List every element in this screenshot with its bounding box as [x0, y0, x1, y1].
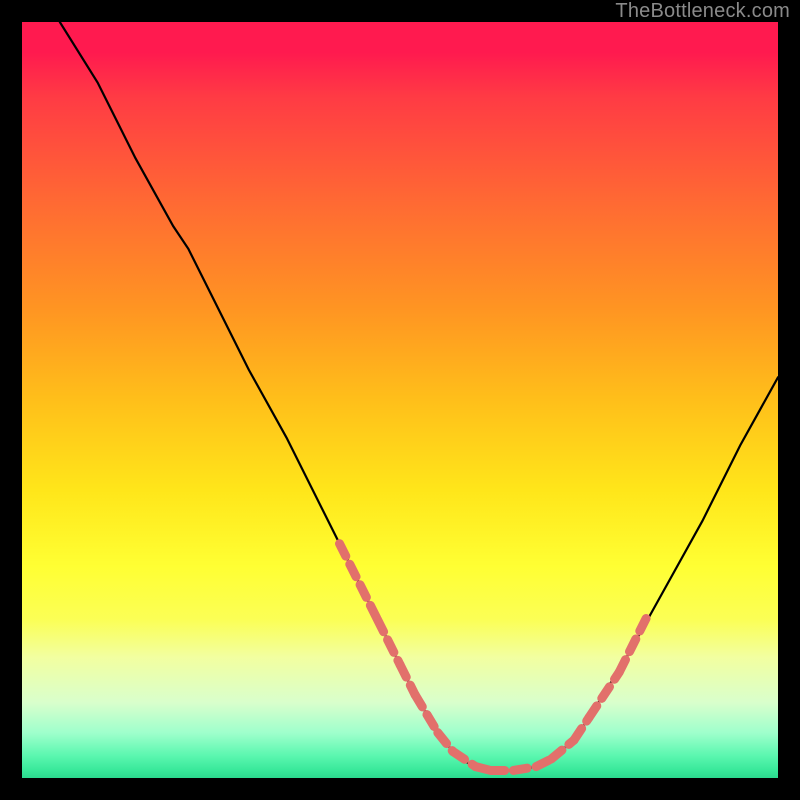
highlight-segment [340, 544, 378, 620]
highlight-segment [589, 672, 619, 717]
chart-svg [22, 22, 778, 778]
highlight-segment [415, 695, 438, 733]
watermark-text: TheBottleneck.com [615, 0, 790, 23]
highlight-layer [340, 544, 650, 771]
highlight-segment [619, 612, 649, 672]
plot-area [22, 22, 778, 778]
outer-frame: TheBottleneck.com [0, 0, 800, 800]
curve-path [60, 22, 778, 770]
highlight-segment [400, 665, 415, 695]
highlight-segment [377, 619, 400, 664]
curve-layer [60, 22, 778, 770]
